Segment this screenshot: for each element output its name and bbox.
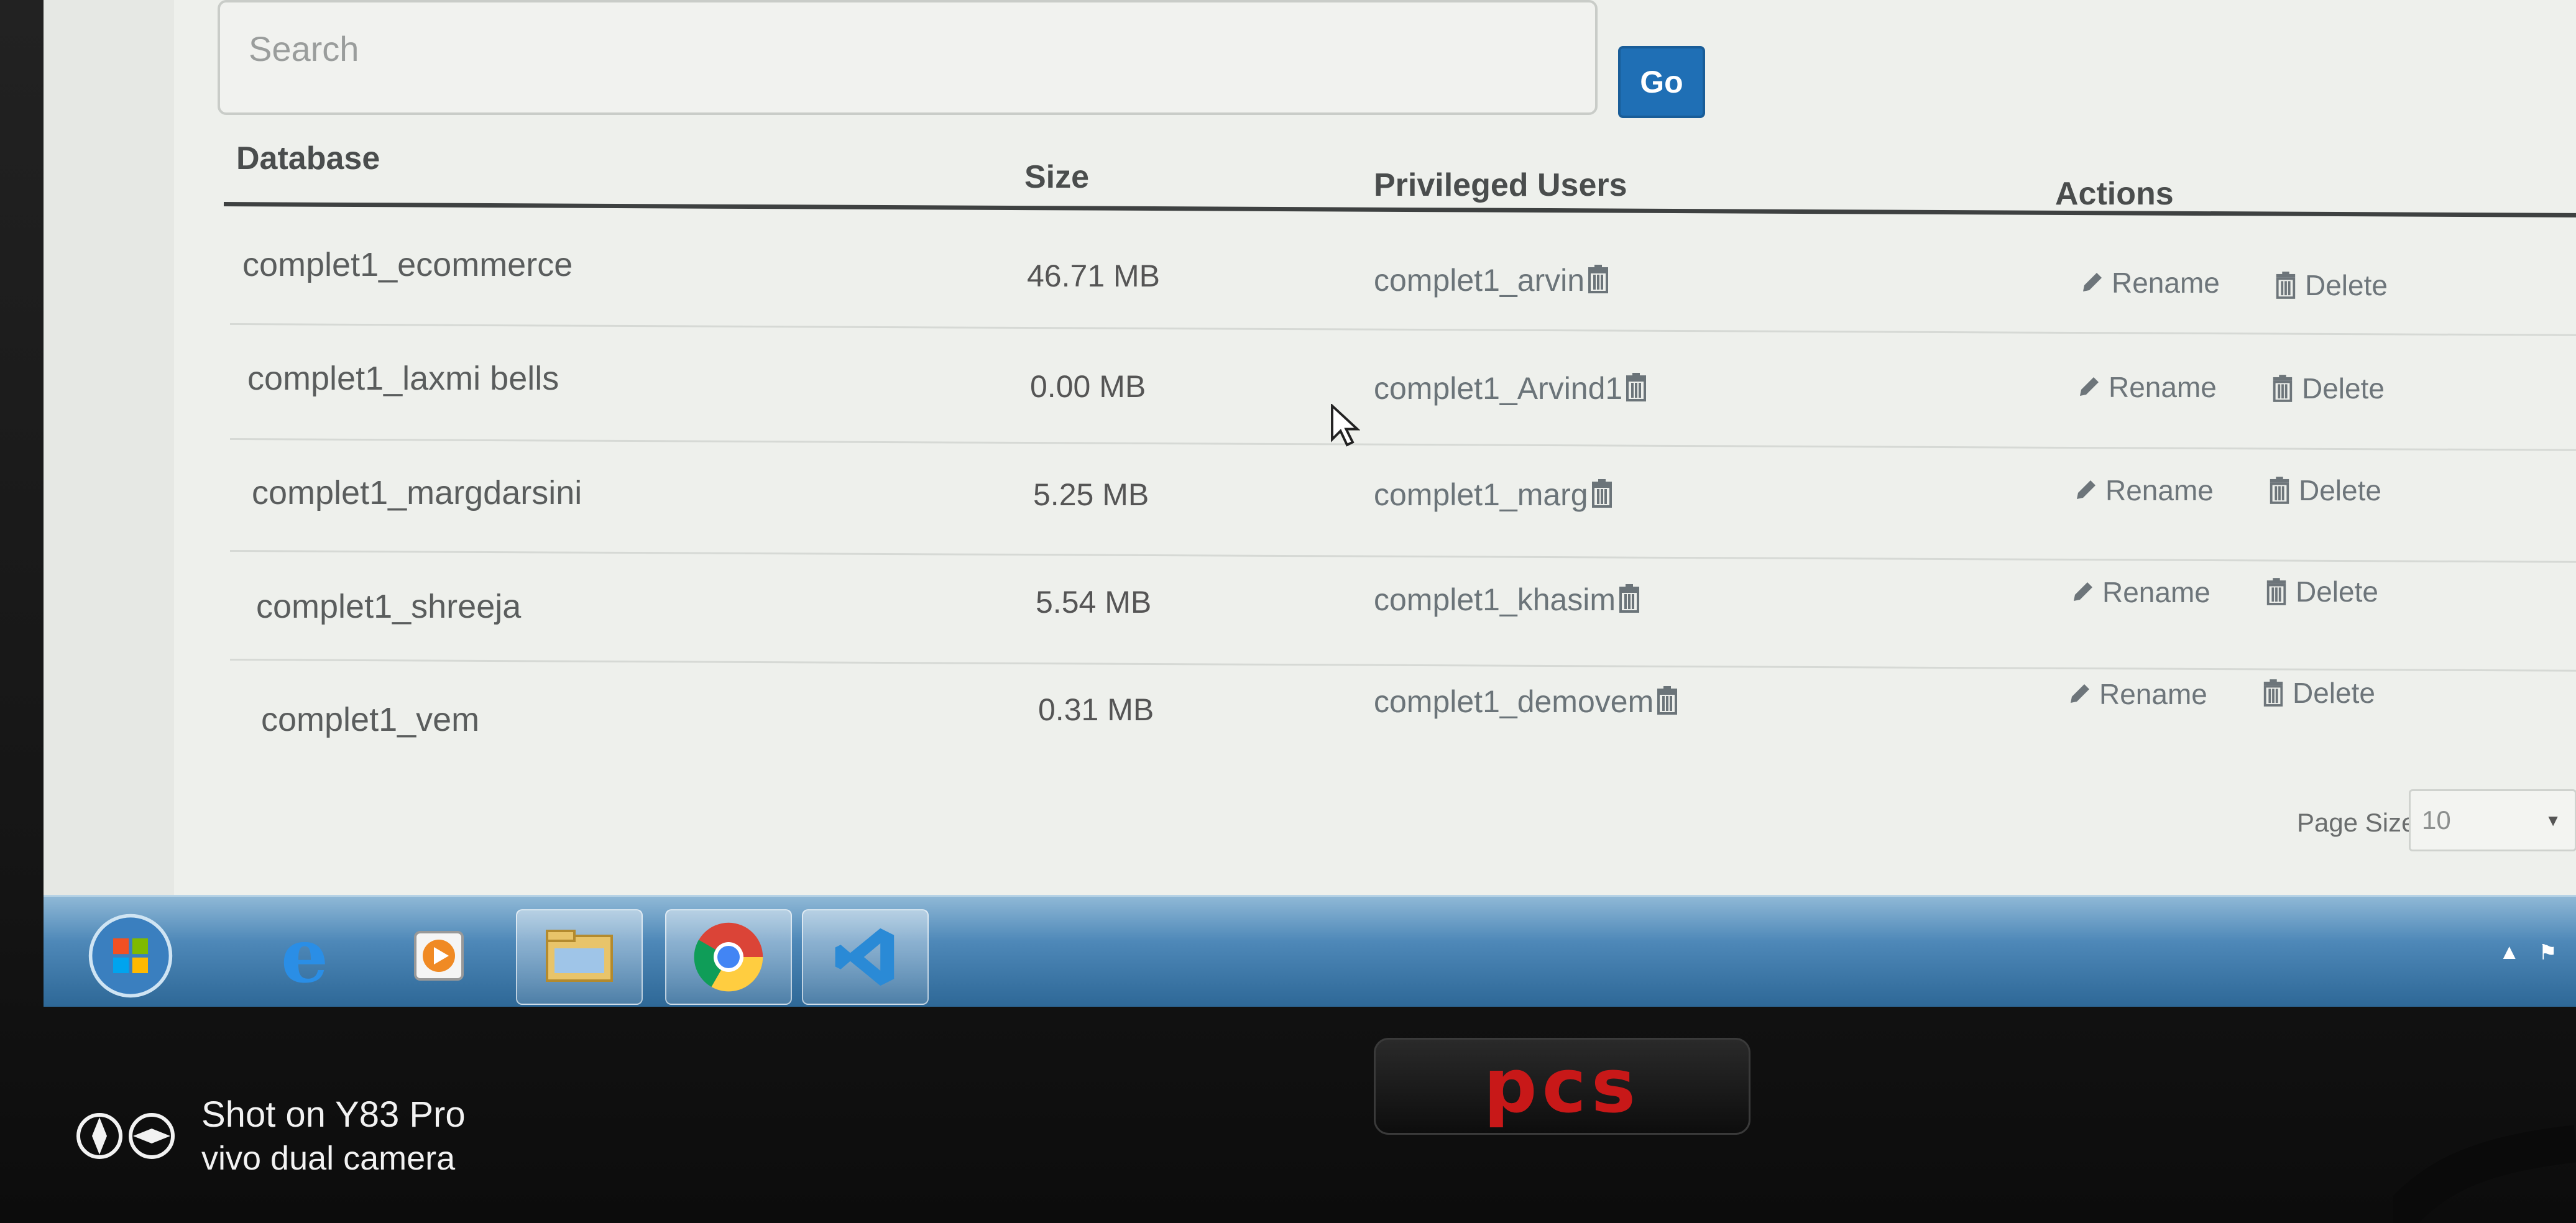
- delete-label: Delete: [2293, 677, 2375, 709]
- column-header-size[interactable]: Size: [1024, 158, 1089, 196]
- delete-label: Delete: [2299, 474, 2381, 506]
- delete-button[interactable]: Delete: [2274, 268, 2388, 302]
- rename-label: Rename: [2105, 474, 2214, 506]
- brand-logo: pcs: [1483, 1043, 1641, 1130]
- row-divider: [229, 550, 2576, 564]
- page-size-label: Page Size: [2297, 808, 2416, 837]
- database-name: complet1_margdarsini: [252, 474, 582, 511]
- delete-label: Delete: [2305, 269, 2388, 301]
- taskbar-media-player[interactable]: [379, 909, 504, 1002]
- rename-label: Rename: [2102, 576, 2210, 608]
- remove-user-icon[interactable]: [1617, 584, 1642, 613]
- delete-label: Delete: [2296, 575, 2378, 608]
- pencil-icon: [2083, 273, 2102, 291]
- watermark-line-2: vivo dual camera: [201, 1140, 456, 1177]
- internet-explorer-icon: e: [280, 912, 329, 1000]
- rename-button[interactable]: Rename: [2079, 266, 2220, 300]
- taskbar-file-explorer[interactable]: [516, 909, 643, 1005]
- delete-label: Delete: [2302, 372, 2385, 405]
- taskbar-internet-explorer[interactable]: e: [242, 909, 367, 1002]
- rename-button[interactable]: Rename: [2067, 677, 2207, 711]
- chevron-down-icon: ▼: [2545, 811, 2561, 830]
- cable: [2393, 1125, 2576, 1223]
- remove-user-icon[interactable]: [1624, 373, 1649, 401]
- column-header-database[interactable]: Database: [236, 140, 380, 177]
- remove-user-icon[interactable]: [1586, 265, 1611, 293]
- pencil-icon: [2071, 684, 2089, 703]
- search-input[interactable]: Search: [218, 0, 1598, 115]
- database-size: 0.31 MB: [1038, 692, 1154, 727]
- privileged-user-name[interactable]: complet1_khasim: [1374, 582, 1616, 617]
- show-hidden-icons-icon[interactable]: ▲: [2499, 940, 2520, 965]
- database-name: complet1_vem: [261, 701, 480, 738]
- database-name: complet1_shreeja: [256, 588, 522, 625]
- privileged-user[interactable]: complet1_Arvind1: [1374, 370, 1649, 406]
- database-size: 5.54 MB: [1036, 585, 1152, 620]
- camera-aperture-icon: [76, 1112, 175, 1159]
- start-button[interactable]: [68, 909, 193, 1002]
- database-size: 5.25 MB: [1033, 477, 1149, 512]
- pencil-icon: [2077, 480, 2095, 499]
- camera-watermark: Shot on Y83 Pro vivo dual camera: [75, 1094, 466, 1178]
- remove-user-icon[interactable]: [1589, 479, 1614, 508]
- database-size: 46.71 MB: [1027, 259, 1161, 293]
- privileged-user-name[interactable]: complet1_Arvind1: [1374, 371, 1622, 406]
- folder-icon: [546, 930, 613, 982]
- privileged-user[interactable]: complet1_marg: [1374, 477, 1614, 513]
- privileged-user-name[interactable]: complet1_demovem: [1374, 684, 1654, 719]
- row-divider: [229, 323, 2576, 337]
- delete-button[interactable]: Delete: [2268, 474, 2381, 507]
- watermark-line-1: Shot on Y83 Pro: [201, 1094, 466, 1135]
- column-header-privileged-users: Privileged Users: [1374, 167, 1627, 203]
- database-size: 0.00 MB: [1030, 369, 1146, 404]
- database-panel: Search Go Database Size Privileged Users…: [174, 0, 2576, 920]
- database-name: complet1_ecommerce: [242, 246, 573, 283]
- media-player-icon: [414, 931, 464, 981]
- rename-label: Rename: [2109, 371, 2217, 403]
- column-header-actions: Actions: [2055, 176, 2174, 212]
- delete-button[interactable]: Delete: [2265, 575, 2378, 608]
- delete-button[interactable]: Delete: [2261, 676, 2375, 710]
- system-tray: ▲ ⚑: [2499, 940, 2557, 965]
- trash-icon: [2263, 679, 2283, 707]
- taskbar-chrome[interactable]: [665, 909, 792, 1005]
- header-divider: [223, 202, 2576, 218]
- rename-label: Rename: [2099, 678, 2207, 710]
- go-button[interactable]: Go: [1618, 46, 1705, 118]
- trash-icon: [2276, 272, 2296, 299]
- screen: Search Go Database Size Privileged Users…: [44, 0, 2576, 1007]
- rename-button[interactable]: Rename: [2076, 370, 2217, 404]
- privileged-user[interactable]: complet1_khasim: [1374, 582, 1642, 618]
- monitor-brand-plate: pcs: [1374, 1038, 1750, 1135]
- database-name: complet1_laxmi bells: [247, 360, 559, 397]
- mouse-cursor-icon: [1331, 404, 1360, 447]
- privileged-user-name[interactable]: complet1_marg: [1374, 477, 1588, 512]
- page-size-select[interactable]: 10 ▼: [2409, 789, 2576, 851]
- rename-button[interactable]: Rename: [2073, 474, 2214, 507]
- delete-button[interactable]: Delete: [2271, 372, 2385, 405]
- pencil-icon: [2074, 582, 2092, 601]
- visual-studio-code-icon: [835, 928, 895, 986]
- trash-icon: [2270, 477, 2289, 504]
- pencil-icon: [2080, 377, 2099, 396]
- remove-user-icon[interactable]: [1655, 686, 1680, 715]
- chrome-icon: [694, 922, 763, 992]
- windows-start-icon: [88, 914, 173, 998]
- privileged-user-name[interactable]: complet1_arvin: [1374, 263, 1585, 298]
- trash-icon: [2273, 375, 2293, 402]
- page-size-value: 10: [2422, 805, 2451, 835]
- action-center-flag-icon[interactable]: ⚑: [2539, 940, 2557, 965]
- taskbar-vscode[interactable]: [802, 909, 929, 1005]
- rename-button[interactable]: Rename: [2070, 575, 2210, 609]
- taskbar: e ▲ ⚑: [44, 895, 2576, 1007]
- privileged-user[interactable]: complet1_arvin: [1374, 262, 1611, 298]
- trash-icon: [2266, 578, 2286, 605]
- rename-label: Rename: [2112, 267, 2220, 299]
- privileged-user[interactable]: complet1_demovem: [1374, 684, 1680, 720]
- row-divider: [229, 659, 2576, 672]
- row-divider: [229, 438, 2576, 452]
